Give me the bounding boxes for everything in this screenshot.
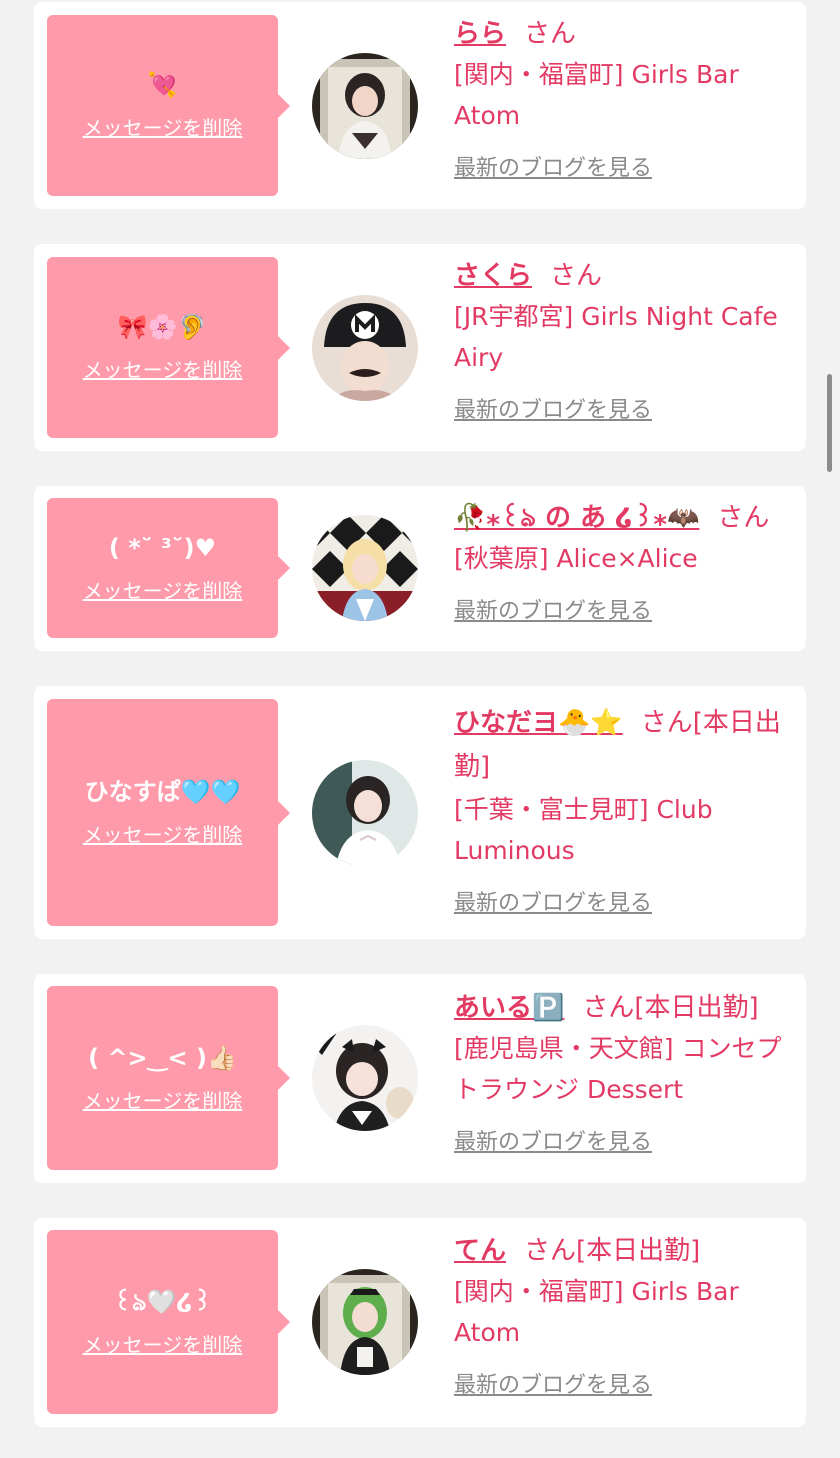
shop-name: [鹿児島県・天文館] コンセプトラウンジ Dessert xyxy=(454,1034,782,1104)
sent-message-bubble: ꒰ঌ🤍໒꒱ メッセージを削除 xyxy=(47,1230,290,1414)
delete-message-link[interactable]: メッセージを削除 xyxy=(83,1329,243,1358)
sent-message-bubble: ( *˘ ³˘)♥ メッセージを削除 xyxy=(47,498,290,638)
cast-name-link[interactable]: あいる🅿️ xyxy=(454,993,564,1023)
cast-info: ひなだヨ🐣⭐️ さん[本日出勤] [千葉・富士見町] Club Luminous … xyxy=(454,701,799,917)
message-card: ( *˘ ³˘)♥ メッセージを削除 🥀⁎꒰ঌ の あ ໒꒱⁎🦇 さん [秋葉原… xyxy=(34,486,806,651)
latest-blog-link[interactable]: 最新のブログを見る xyxy=(454,885,652,917)
latest-blog-link[interactable]: 最新のブログを見る xyxy=(454,593,652,625)
shop-name: [関内・福富町] Girls Bar Atom xyxy=(454,60,739,130)
cast-name-link[interactable]: ひなだヨ🐣⭐️ xyxy=(454,708,623,738)
name-line: 🥀⁎꒰ঌ の あ ໒꒱⁎🦇 さん xyxy=(454,498,799,538)
cast-name-link[interactable]: てん xyxy=(454,1236,506,1266)
message-history-page: 💘 メッセージを削除 らら さん [関内・福富町] Girls Bar Atom … xyxy=(0,0,840,1458)
latest-blog-link[interactable]: 最新のブログを見る xyxy=(454,1367,652,1399)
message-text: 🎀🌸🦻 xyxy=(117,313,208,341)
message-text: ( ^>‿< )👍🏻 xyxy=(88,1043,237,1072)
message-text: ひなすぱ🩵🩵 xyxy=(84,778,241,806)
scrollbar[interactable] xyxy=(827,374,832,472)
sent-message-bubble: ( ^>‿< )👍🏻 メッセージを削除 xyxy=(47,986,290,1170)
cast-info: てん さん[本日出勤] [関内・福富町] Girls Bar Atom 最新のブロ… xyxy=(454,1231,799,1399)
latest-blog-link[interactable]: 最新のブログを見る xyxy=(454,392,652,424)
name-line: あいる🅿️ さん[本日出勤] xyxy=(454,988,799,1028)
delete-message-link[interactable]: メッセージを削除 xyxy=(83,354,243,383)
sent-message-bubble: 🎀🌸🦻 メッセージを削除 xyxy=(47,257,290,438)
honorific: さん xyxy=(717,503,770,533)
cast-name-link[interactable]: さくら xyxy=(454,261,532,291)
honorific: さん[本日出勤] xyxy=(524,1236,701,1266)
cast-info: 🥀⁎꒰ঌ の あ ໒꒱⁎🦇 さん [秋葉原] Alice×Alice 最新のブログ… xyxy=(454,498,799,625)
name-line: ひなだヨ🐣⭐️ さん[本日出勤] xyxy=(454,701,799,789)
cast-name-link[interactable]: らら xyxy=(454,19,506,49)
shop-name: [秋葉原] Alice×Alice xyxy=(454,544,698,573)
message-card: 💘 メッセージを削除 らら さん [関内・福富町] Girls Bar Atom … xyxy=(34,2,806,209)
cast-info: あいる🅿️ さん[本日出勤] [鹿児島県・天文館] コンセプトラウンジ Desse… xyxy=(454,988,799,1156)
name-line: らら さん xyxy=(454,14,799,54)
delete-message-link[interactable]: メッセージを削除 xyxy=(83,575,243,604)
latest-blog-link[interactable]: 最新のブログを見る xyxy=(454,1124,652,1156)
name-line: てん さん[本日出勤] xyxy=(454,1231,799,1271)
cast-info: らら さん [関内・福富町] Girls Bar Atom 最新のブログを見る xyxy=(454,14,799,182)
avatar[interactable] xyxy=(312,295,418,401)
shop-name: [関内・福富町] Girls Bar Atom xyxy=(454,1277,739,1347)
sent-message-bubble: ひなすぱ🩵🩵 メッセージを削除 xyxy=(47,699,290,926)
avatar[interactable] xyxy=(312,1025,418,1131)
name-line: さくら さん xyxy=(454,256,799,296)
avatar[interactable] xyxy=(312,515,418,621)
message-card: 🎀🌸🦻 メッセージを削除 さくら さん [JR宇都宮] Girls Night C… xyxy=(34,244,806,451)
delete-message-link[interactable]: メッセージを削除 xyxy=(83,112,243,141)
message-text: ꒰ঌ🤍໒꒱ xyxy=(113,1287,212,1316)
honorific: さん xyxy=(550,261,603,291)
shop-name: [千葉・富士見町] Club Luminous xyxy=(454,795,713,865)
message-card: ( ^>‿< )👍🏻 メッセージを削除 あいる🅿️ さん[本日出勤] [鹿児島県・… xyxy=(34,974,806,1183)
avatar[interactable] xyxy=(312,53,418,159)
message-card: ꒰ঌ🤍໒꒱ メッセージを削除 てん さん[本日出勤] [関内・福富町] Girls… xyxy=(34,1218,806,1427)
delete-message-link[interactable]: メッセージを削除 xyxy=(83,1085,243,1114)
honorific: さん[本日出勤] xyxy=(582,993,759,1023)
shop-name: [JR宇都宮] Girls Night Cafe Airy xyxy=(454,302,778,372)
delete-message-link[interactable]: メッセージを削除 xyxy=(83,819,243,848)
message-text: ( *˘ ³˘)♥ xyxy=(108,533,217,562)
latest-blog-link[interactable]: 最新のブログを見る xyxy=(454,150,652,182)
message-card: ひなすぱ🩵🩵 メッセージを削除 ひなだヨ🐣⭐️ さん[本日出勤] [千葉・富士見町… xyxy=(34,686,806,939)
avatar[interactable] xyxy=(312,760,418,866)
honorific: さん xyxy=(524,19,577,49)
sent-message-bubble: 💘 メッセージを削除 xyxy=(47,15,290,196)
cast-name-link[interactable]: 🥀⁎꒰ঌ の あ ໒꒱⁎🦇 xyxy=(454,503,699,533)
cast-info: さくら さん [JR宇都宮] Girls Night Cafe Airy 最新のブ… xyxy=(454,256,799,424)
avatar[interactable] xyxy=(312,1269,418,1375)
message-text: 💘 xyxy=(147,71,178,99)
